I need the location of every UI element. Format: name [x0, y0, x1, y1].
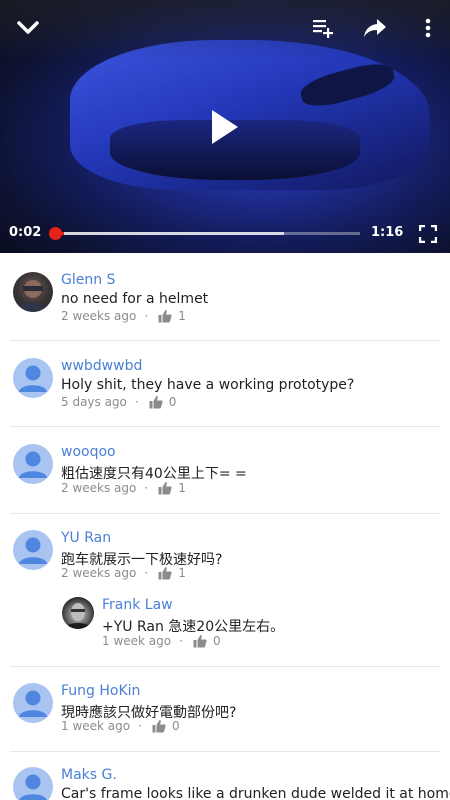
fullscreen-icon[interactable] [418, 224, 438, 244]
comment-author[interactable]: Glenn S [61, 272, 115, 288]
separator-dot: · [134, 395, 139, 409]
divider [10, 340, 440, 341]
play-icon[interactable] [205, 105, 245, 149]
thumbs-up-icon[interactable] [158, 309, 172, 323]
default-avatar-icon[interactable] [13, 358, 53, 398]
reply-time: 1 week ago [102, 634, 172, 648]
divider [10, 751, 440, 752]
thumbs-up-icon[interactable] [158, 481, 172, 495]
thumbs-up-icon[interactable] [149, 395, 163, 409]
like-count: 0 [212, 634, 221, 648]
comments-list[interactable]: Glenn S no need for a helmet 2 weeks ago… [0, 253, 450, 800]
default-avatar-icon[interactable] [13, 530, 53, 570]
thumbs-up-icon[interactable] [152, 719, 166, 733]
current-time: 0:02 [9, 225, 42, 240]
total-time: 1:16 [371, 225, 404, 240]
reply-text: +YU Ran 急速20公里左右。 [102, 619, 285, 635]
more-vert-icon[interactable] [418, 14, 438, 42]
like-count: 1 [178, 566, 186, 580]
separator-dot: · [144, 481, 149, 495]
comment-meta: 5 days ago · 0 [61, 395, 176, 409]
thumbs-up-icon[interactable] [158, 566, 172, 580]
comment-author[interactable]: YU Ran [61, 530, 111, 546]
comment-meta: 1 week ago · 0 [61, 719, 180, 733]
reply-meta: 1 week ago · 0 [102, 634, 221, 648]
avatar[interactable] [13, 272, 53, 312]
comment-author[interactable]: wooqoo [61, 444, 116, 460]
seek-bar[interactable] [56, 232, 360, 235]
default-avatar-icon[interactable] [13, 444, 53, 484]
divider [10, 666, 440, 667]
thumbs-up-icon[interactable] [193, 634, 207, 648]
separator-dot: · [138, 719, 142, 733]
comment-meta: 2 weeks ago · 1 [61, 566, 186, 580]
default-avatar-icon[interactable] [13, 767, 53, 800]
seek-scrubber[interactable] [49, 227, 62, 240]
comment-text: no need for a helmet [61, 291, 209, 307]
separator-dot: · [144, 309, 149, 323]
video-player[interactable]: 0:02 1:16 [0, 0, 450, 253]
divider [10, 426, 440, 427]
comment-time: 1 week ago [61, 719, 131, 733]
seek-bar-buffered [56, 232, 284, 235]
like-count: 1 [178, 481, 186, 495]
like-count: 0 [168, 395, 177, 409]
comment-time: 5 days ago [61, 395, 127, 409]
comment-author[interactable]: Fung HoKin [61, 683, 140, 699]
comment-author[interactable]: wwbdwwbd [61, 358, 142, 374]
comment-text: 粗估速度只有40公里上下= = [61, 466, 247, 482]
comment-author[interactable]: Maks G. [61, 767, 117, 783]
comment-meta: 2 weeks ago · 1 [61, 309, 186, 323]
reply-author[interactable]: Frank Law [102, 597, 173, 613]
comment-time: 2 weeks ago [61, 309, 137, 323]
avatar[interactable] [62, 597, 94, 629]
divider [10, 513, 440, 514]
comment-meta: 2 weeks ago · 1 [61, 481, 186, 495]
separator-dot: · [144, 566, 149, 580]
comment-time: 2 weeks ago [61, 566, 137, 580]
playlist-add-icon[interactable] [310, 14, 338, 42]
chevron-down-icon[interactable] [14, 14, 42, 42]
separator-dot: · [179, 634, 183, 648]
comment-time: 2 weeks ago [61, 481, 137, 495]
comment-text: Holy shit, they have a working prototype… [61, 377, 355, 393]
like-count: 1 [178, 309, 186, 323]
like-count: 0 [171, 719, 180, 733]
comment-text: Car's frame looks like a drunken dude we… [61, 786, 450, 800]
default-avatar-icon[interactable] [13, 683, 53, 723]
share-icon[interactable] [360, 14, 390, 42]
